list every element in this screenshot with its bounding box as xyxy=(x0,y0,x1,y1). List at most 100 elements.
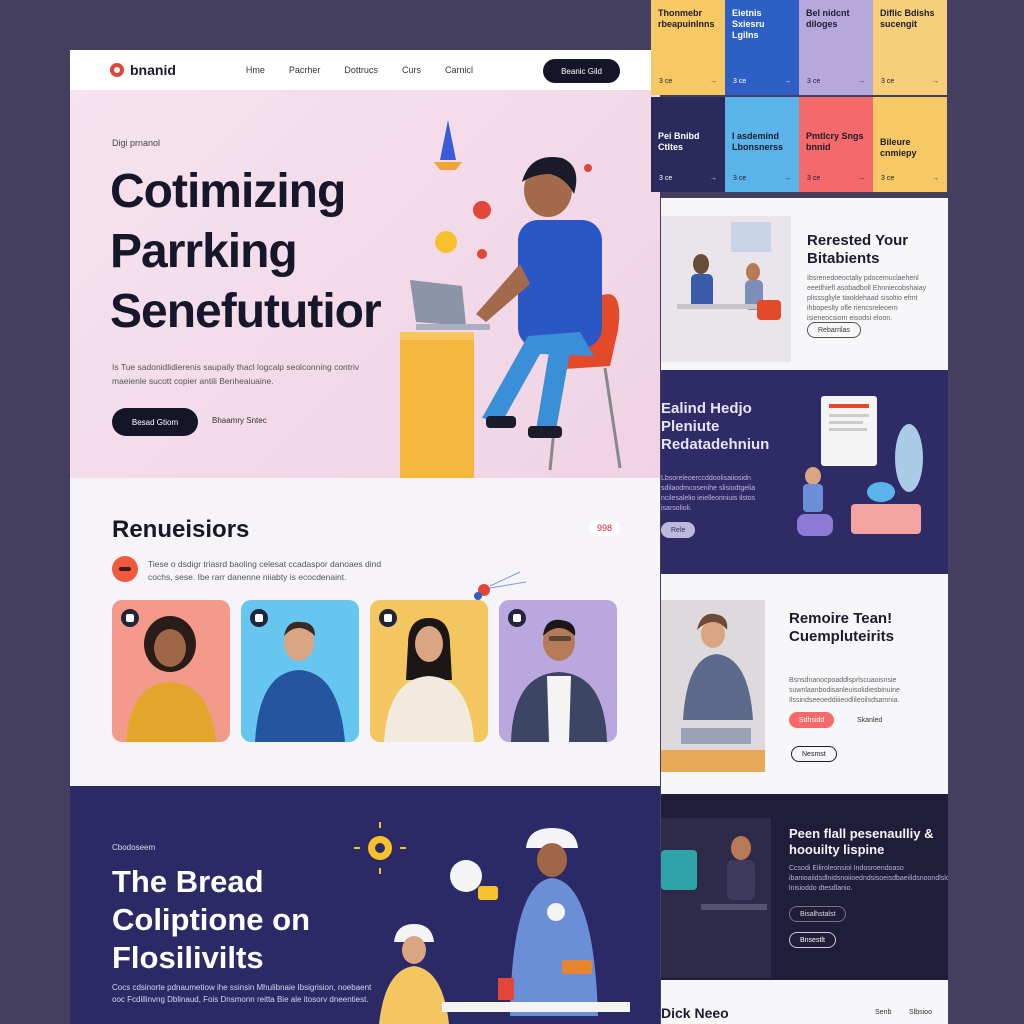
tile-meta: 3 ce xyxy=(881,175,895,182)
nav-link-partner[interactable]: Pacrher xyxy=(289,65,321,75)
tile-footer: 3 ce → xyxy=(807,173,865,184)
tile-meta: 3 ce xyxy=(881,78,895,85)
tile-footer: 3 ce → xyxy=(807,76,865,87)
resources-badge: 998 xyxy=(588,520,620,536)
section-title: Peen flall pesenaulliy & hoouilty lispin… xyxy=(789,826,934,857)
nav-link-cases[interactable]: Curs xyxy=(402,65,421,75)
team-photo xyxy=(661,600,765,772)
rocket-icon xyxy=(440,120,456,160)
person-avatar xyxy=(384,618,474,742)
team-card[interactable] xyxy=(112,600,230,742)
tile-footer: 3 ce → xyxy=(733,173,791,184)
arrow-icon: → xyxy=(858,175,865,182)
feature-title: The Bread Coliptione on Flosilivilts xyxy=(112,864,311,975)
tile-label: Eietnis Sxiesru Lgilns xyxy=(732,8,765,40)
tile-label: I asdemind Lbonsnerss xyxy=(732,131,784,152)
section-title: Remoire Tean! Cuempluteirits xyxy=(789,610,895,645)
section-primary-button[interactable]: Sdhsidd xyxy=(789,712,835,728)
nav-link-products[interactable]: Dottrucs xyxy=(344,65,378,75)
tile-label: Diflic Bdishs sucengit xyxy=(880,8,935,29)
preview-section-5: Dick Neeo Senb Slbsioo xyxy=(661,980,948,1024)
main-page: bnanid Hme Pacrher Dottrucs Curs Carnicl… xyxy=(70,50,660,1024)
tile-label: Pmtlcry Sngs bnnid xyxy=(806,131,864,152)
resources-section: Renueisiors 998 Tiese o dsdigr triasrd b… xyxy=(70,478,660,786)
hero-primary-button[interactable]: Besad Gtiom xyxy=(112,408,198,436)
workspace-photo xyxy=(661,818,771,978)
brand-name: bnanid xyxy=(130,62,176,78)
section-description: Ibsrenedoeoctaliy pdocemuclaehenl eeetlh… xyxy=(807,275,927,322)
tile-meta: 3 ce xyxy=(807,78,821,85)
tile-meta: 3 ce xyxy=(659,78,673,85)
section-button[interactable]: Bisalhstalst xyxy=(789,906,847,922)
category-tile[interactable]: Pei Bnibd Ctltes 3 ce → xyxy=(651,97,725,192)
section-link[interactable]: Skanled xyxy=(847,712,892,728)
nav-link-contact[interactable]: Carnicl xyxy=(445,65,473,75)
brand-logo[interactable]: bnanid xyxy=(110,62,176,78)
arrow-icon: → xyxy=(710,78,717,85)
section-description: Ccsodi Eiliroleonsioi Indosroendoaso iba… xyxy=(789,865,948,892)
feature-tag: Cbodoseem xyxy=(112,843,156,852)
preview-section-3: Remoire Tean! Cuempluteirits Bsnsdnanocp… xyxy=(661,574,948,794)
category-tile[interactable]: Diflic Bdishs sucengit 3 ce → xyxy=(873,0,947,95)
tile-footer: 3 ce → xyxy=(659,76,717,87)
section-title: Dick Neeo xyxy=(661,1005,729,1021)
category-tile[interactable]: Eietnis Sxiesru Lgilns 3 ce → xyxy=(725,0,799,95)
category-tile[interactable]: Thonmebr rbeapuinlnns 3 ce → xyxy=(651,0,725,95)
tile-footer: 3 ce → xyxy=(659,173,717,184)
section-description: Lbsoreleoerccddoolisaiiosidn sdilaodmcos… xyxy=(661,475,756,512)
section-button[interactable]: Rebarrilas xyxy=(807,322,861,338)
section-outline-button[interactable]: Nesmst xyxy=(791,746,837,762)
tile-meta: 3 ce xyxy=(659,175,673,182)
arrow-icon: → xyxy=(858,78,865,85)
tile-footer: 3 ce → xyxy=(881,76,939,87)
arrow-icon: → xyxy=(932,78,939,85)
feature-description: Cocs cdsinorte pdnaumetiow ihe ssinsin M… xyxy=(112,983,372,1004)
team-card[interactable] xyxy=(241,600,359,742)
preview-section-1: Rerested Your Bitabients Ibsrenedoeoctal… xyxy=(661,198,948,370)
category-tile[interactable]: Bel nidcnt diloges 3 ce → xyxy=(799,0,873,95)
section-title: Ealind Hedjo Pleniute Redatadehniun xyxy=(661,400,770,453)
section-title: Rerested Your Bitabients xyxy=(807,232,909,267)
team-card[interactable] xyxy=(499,600,617,742)
resources-icon xyxy=(112,556,138,582)
section-outline-button[interactable]: Bnsestlt xyxy=(789,932,836,948)
section-badge[interactable]: Senb xyxy=(865,1004,901,1020)
hero-illustration xyxy=(400,120,622,478)
nav-links: Hme Pacrher Dottrucs Curs Carnicl xyxy=(246,65,473,75)
tile-meta: 3 ce xyxy=(807,175,821,182)
lightbulb-icon xyxy=(435,231,457,253)
section-description: Bsnsdnanocpoaddlsprlscuaoisnsie suwnlaan… xyxy=(789,677,900,704)
laptop xyxy=(410,280,466,326)
bubble-icon xyxy=(473,201,491,219)
category-tile[interactable]: Pmtlcry Sngs bnnid 3 ce → xyxy=(799,97,873,192)
feature-illustration xyxy=(354,822,630,1024)
nav-cta-button[interactable]: Beanic Gild xyxy=(543,59,620,83)
tile-footer: 3 ce → xyxy=(733,76,791,87)
tile-label: Bileure cnmiepy xyxy=(880,137,917,158)
tile-footer: 3 ce → xyxy=(881,173,939,184)
tile-label: Bel nidcnt diloges xyxy=(806,8,850,29)
arrow-icon: → xyxy=(710,175,717,182)
tile-meta: 3 ce xyxy=(733,78,747,85)
team-card[interactable] xyxy=(370,600,488,742)
preview-section-4: Peen flall pesenaulliy & hoouilty lispin… xyxy=(661,794,948,980)
top-nav: bnanid Hme Pacrher Dottrucs Curs Carnicl… xyxy=(70,50,660,90)
tile-meta: 3 ce xyxy=(733,175,747,182)
person-shirt xyxy=(518,220,602,348)
tile-label: Thonmebr rbeapuinlnns xyxy=(658,8,715,29)
category-tile[interactable]: Bileure cnmiepy 3 ce → xyxy=(873,97,947,192)
section-button[interactable]: Rele xyxy=(661,522,696,538)
resources-title: Renueisiors xyxy=(112,516,250,543)
office-photo xyxy=(661,216,791,362)
category-tile[interactable]: I asdemind Lbonsnerss 3 ce → xyxy=(725,97,799,192)
tile-label: Pei Bnibd Ctltes xyxy=(658,131,700,152)
person-avatar xyxy=(511,619,607,742)
hero-secondary-link[interactable]: Bhaamry Sntec xyxy=(212,416,267,425)
section-badge[interactable]: Slbsioo xyxy=(899,1004,942,1020)
feature-section: Cbodoseem The Bread Coliptione on Flosil… xyxy=(70,786,660,1024)
hero-description: Is Tue sadonidlidierenis saupaily thacl … xyxy=(112,362,360,386)
preview-section-2: Ealind Hedjo Pleniute Redatadehniun Lbso… xyxy=(661,370,948,574)
workstation-illustration xyxy=(797,396,923,536)
nav-link-home[interactable]: Hme xyxy=(246,65,265,75)
resources-description: Tiese o dsdigr triasrd baoling celesat c… xyxy=(148,559,382,582)
